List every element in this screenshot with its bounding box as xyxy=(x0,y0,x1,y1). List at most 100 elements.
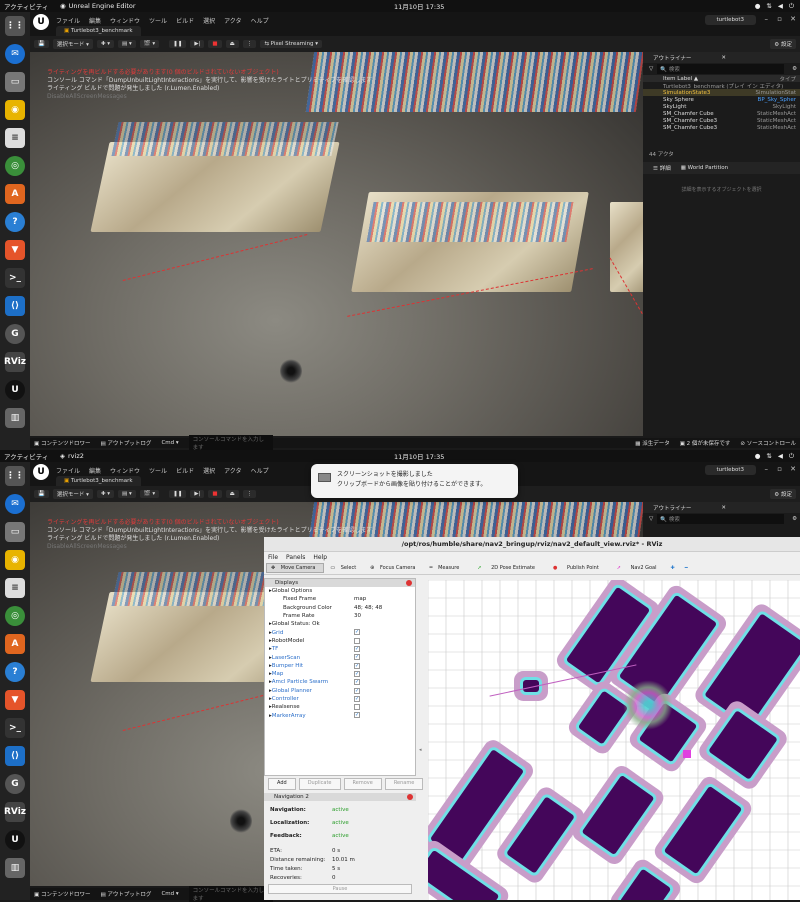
menu-tools[interactable]: ツール xyxy=(149,16,167,25)
pixel-streaming-dropdown[interactable]: ⇆ Pixel Streaming ▾ xyxy=(260,40,323,48)
derived-data-button[interactable]: ▦ 派生データ xyxy=(635,439,669,447)
select-mode-dropdown[interactable]: 選択モード ▾ xyxy=(52,489,93,499)
publish-point-tool[interactable]: ● Publish Point xyxy=(545,564,607,572)
text-editor-icon[interactable]: ≡ xyxy=(5,578,25,598)
settings-button[interactable]: ⚙ 設定 xyxy=(770,39,796,49)
world-partition-tab[interactable]: ▦ World Partition xyxy=(681,165,728,171)
display-item[interactable]: ▸ Realsense xyxy=(265,703,415,711)
map-view[interactable] xyxy=(428,580,800,900)
menu-edit[interactable]: 編集 xyxy=(89,466,101,475)
rviz-icon[interactable]: RViz xyxy=(4,802,26,822)
output-log-button[interactable]: ▤ アウトプットログ xyxy=(100,439,151,447)
display-item-value[interactable]: 48; 48; 48 xyxy=(354,605,382,611)
outliner-row[interactable]: SM_Chamfer Cube3 StaticMeshAct xyxy=(643,124,800,131)
maximize-button[interactable]: ▫ xyxy=(777,465,782,473)
settings-button[interactable]: ⚙ 設定 xyxy=(770,489,796,499)
files-icon[interactable]: ▭ xyxy=(5,522,25,542)
display-checkbox[interactable]: ✓ xyxy=(354,629,360,636)
terminal-icon[interactable]: >_ xyxy=(5,268,25,288)
help-icon[interactable]: ? xyxy=(5,662,25,682)
menu-tools[interactable]: ツール xyxy=(149,466,167,475)
outliner-close-icon[interactable]: ✕ xyxy=(721,505,726,511)
brave-icon[interactable]: ▼ xyxy=(5,240,25,260)
pause-button[interactable]: ❚❚ xyxy=(169,40,187,48)
display-item-value[interactable]: map xyxy=(354,596,366,602)
help-icon[interactable]: ? xyxy=(5,212,25,232)
details-tab[interactable]: ☰ 詳細 xyxy=(653,164,671,172)
display-checkbox[interactable]: ✓ xyxy=(354,687,360,694)
chrome-icon[interactable]: ◎ xyxy=(5,156,25,176)
gear-icon[interactable]: ⚙ xyxy=(792,66,797,72)
game-viewport[interactable]: ライティングを再ビルドする必要があります(0 個のビルドされていないオブジェクト… xyxy=(30,52,643,436)
source-control-button[interactable]: ⊘ ソースコントロール xyxy=(740,439,796,447)
step-button[interactable]: ▶| xyxy=(190,490,205,498)
menu-build[interactable]: ビルド xyxy=(176,466,194,475)
chrome-icon[interactable]: ◎ xyxy=(5,606,25,626)
add-content-button[interactable]: ✚ ▾ xyxy=(96,490,115,498)
outliner-search-input[interactable]: 🔍 検索 xyxy=(657,64,785,74)
cinematics-button[interactable]: 🎬 ▾ xyxy=(139,40,160,48)
vscode-icon[interactable]: ⟨⟩ xyxy=(5,746,25,766)
activities-button[interactable]: アクティビティ xyxy=(0,1,60,11)
remove-button[interactable]: Remove xyxy=(343,778,382,790)
outliner-row[interactable]: SM_Chamfer Cube StaticMeshAct xyxy=(643,110,800,117)
cmd-dropdown[interactable]: Cmd ▾ xyxy=(161,891,178,897)
display-item[interactable]: ▸ Controller ✓ xyxy=(265,695,415,703)
unsaved-button[interactable]: ▣ 2 個が未保存です xyxy=(680,439,731,447)
active-app-label[interactable]: ◈ rviz2 xyxy=(60,452,84,460)
content-drawer-button[interactable]: ▣ コンテンツドロワー xyxy=(34,439,90,447)
display-item[interactable]: ▸ Bumper Hit ✓ xyxy=(265,662,415,670)
display-checkbox[interactable]: ✓ xyxy=(354,662,360,669)
measure-tool[interactable]: ═ Measure xyxy=(425,564,467,572)
system-tray[interactable]: ● ⇅ ◀ ⏻ xyxy=(755,452,794,461)
clock[interactable]: 11月10日 17:35 xyxy=(394,1,444,11)
menu-actor[interactable]: アクタ xyxy=(224,466,241,475)
gear-icon[interactable]: ⚙ xyxy=(792,516,797,522)
cmd-dropdown[interactable]: Cmd ▾ xyxy=(161,440,178,446)
pause-button[interactable]: Pause xyxy=(268,884,412,894)
close-panel-icon[interactable] xyxy=(406,580,412,586)
display-checkbox[interactable]: ✓ xyxy=(354,670,360,677)
select-mode-dropdown[interactable]: 選択モード ▾ xyxy=(52,39,93,49)
display-checkbox[interactable] xyxy=(354,704,360,711)
nav2-goal-tool[interactable]: ➚ Nav2 Goal xyxy=(609,564,665,572)
display-item[interactable]: ▸ LaserScan ✓ xyxy=(265,653,415,661)
outliner-row[interactable]: SimulationState3 SimulationStat xyxy=(643,89,800,96)
display-item[interactable]: ▸ Global Status: Ok xyxy=(265,620,415,628)
display-item[interactable]: Background Color 48; 48; 48 xyxy=(265,604,415,612)
activities-button[interactable]: アクティビティ xyxy=(0,451,60,461)
thunderbird-icon[interactable]: ✉ xyxy=(5,494,25,514)
menu-select[interactable]: 選択 xyxy=(203,16,215,25)
rviz-menu-file[interactable]: File xyxy=(268,554,278,561)
menu-build[interactable]: ビルド xyxy=(176,16,194,25)
duplicate-button[interactable]: Duplicate xyxy=(298,778,341,790)
maximize-button[interactable]: ▫ xyxy=(777,15,782,23)
outliner-row[interactable]: SkyLight SkyLight xyxy=(643,103,800,110)
clock[interactable]: 11月10日 17:35 xyxy=(394,451,444,461)
save-icon[interactable]: 💾 xyxy=(34,490,49,498)
display-item[interactable]: Fixed Frame map xyxy=(265,595,415,603)
system-tray[interactable]: ● ⇅ ◀ ⏻ xyxy=(755,2,794,11)
trash-icon[interactable]: ▥ xyxy=(5,408,25,428)
close-button[interactable]: ✕ xyxy=(790,465,796,473)
display-item[interactable]: ▸ Global Planner ✓ xyxy=(265,687,415,695)
brave-icon[interactable]: ▼ xyxy=(5,690,25,710)
minus-icon[interactable]: ━ xyxy=(681,564,692,572)
menu-help[interactable]: ヘルプ xyxy=(251,16,269,25)
app-grid-icon[interactable]: ⋮⋮ xyxy=(5,466,25,486)
trash-icon[interactable]: ▥ xyxy=(5,858,25,878)
outliner-search-input[interactable]: 🔍 検索 xyxy=(657,514,785,524)
display-checkbox[interactable]: ✓ xyxy=(354,646,360,653)
eject-button[interactable]: ⏏ xyxy=(225,40,239,48)
display-item[interactable]: ▸ Amcl Particle Swarm ✓ xyxy=(265,678,415,686)
rviz-menu-panels[interactable]: Panels xyxy=(286,554,305,561)
rviz-icon[interactable]: RViz xyxy=(4,352,26,372)
outliner-row[interactable]: Turtlebot3_benchmark (プレイ イン エディタ) xyxy=(643,82,800,90)
eject-button[interactable]: ⏏ xyxy=(225,490,239,498)
rviz-menu-help[interactable]: Help xyxy=(313,554,327,561)
menu-window[interactable]: ウィンドウ xyxy=(110,16,140,25)
content-drawer-button[interactable]: ▣ コンテンツドロワー xyxy=(34,890,90,898)
focus-camera-tool[interactable]: ⊕ Focus Camera xyxy=(366,564,423,572)
text-editor-icon[interactable]: ≡ xyxy=(5,128,25,148)
display-checkbox[interactable] xyxy=(354,637,360,644)
